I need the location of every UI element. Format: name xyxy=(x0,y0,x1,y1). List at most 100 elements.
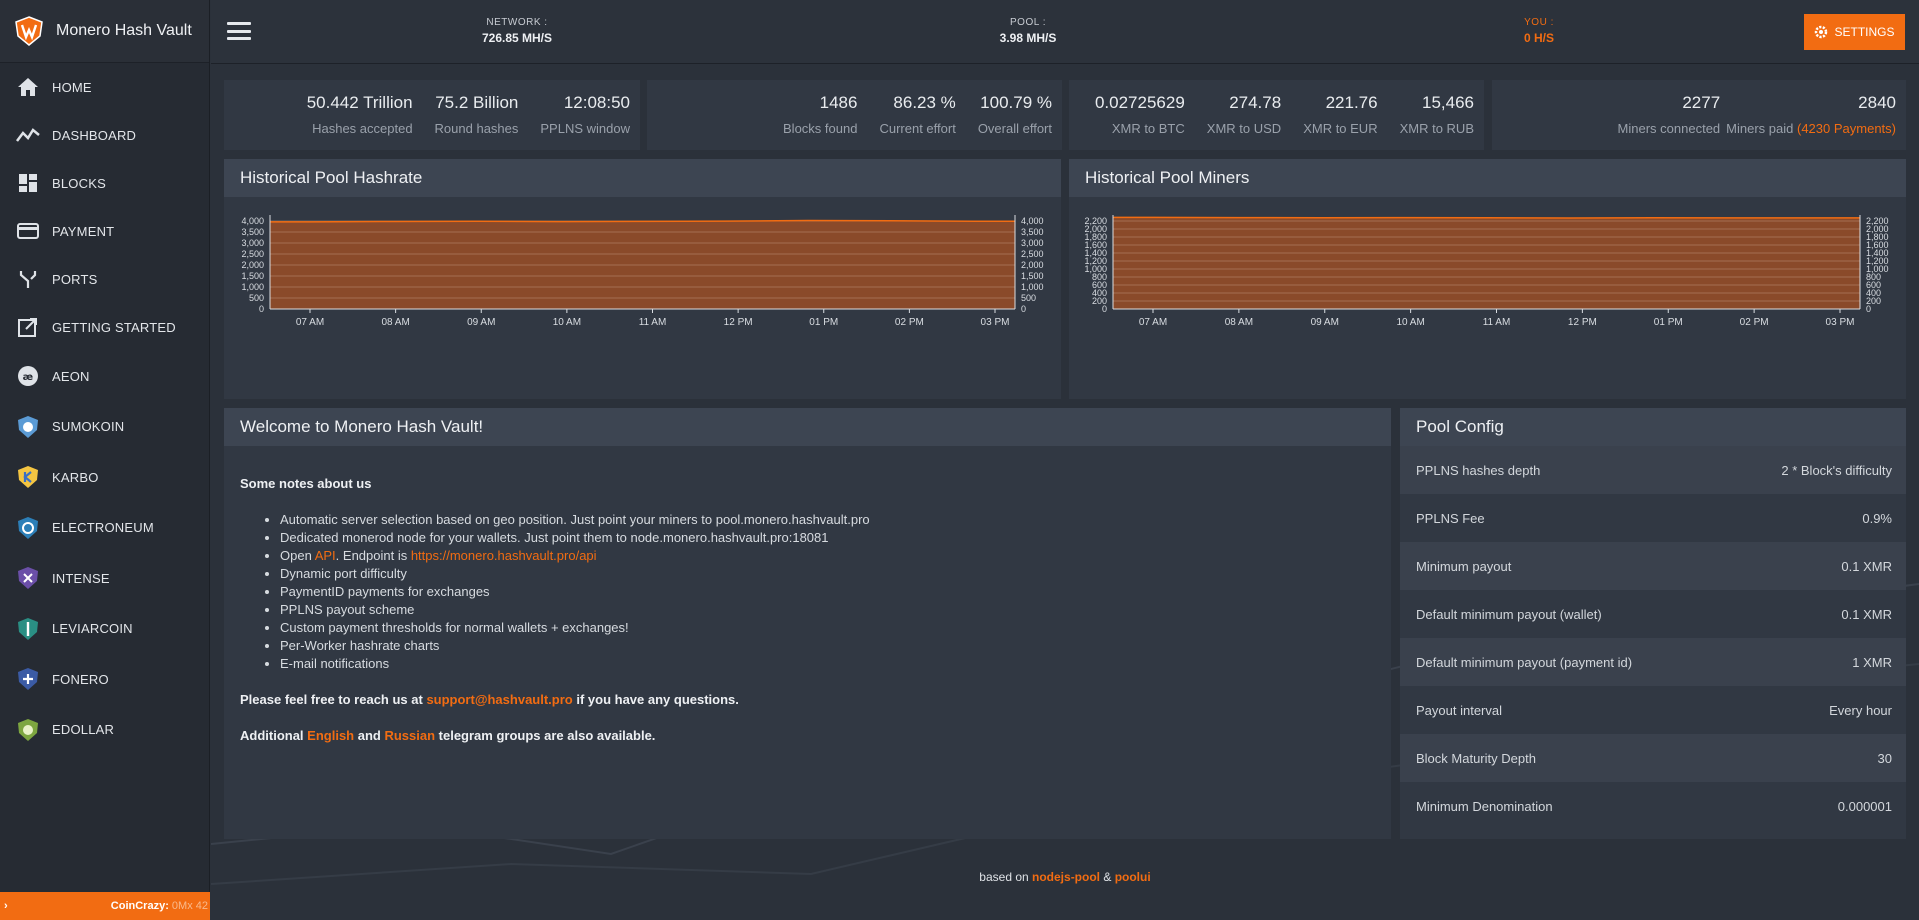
y-tick-label: 1,000 xyxy=(241,282,264,292)
sidebar-item-label: AEON xyxy=(52,368,90,384)
miners-paid-label: Miners paid xyxy=(1726,121,1794,136)
ticker-text: CoinCrazy: 0Mx 42 xyxy=(111,900,210,912)
stat-value: 86.23 % xyxy=(893,93,956,112)
stat-card-miners: 2277 Miners connected 2840 Miners paid (42… xyxy=(1492,80,1906,150)
ticker-arrow-icon: › xyxy=(4,900,8,912)
x-tick-label: 03 PM xyxy=(1826,317,1855,328)
pool-config-title: Pool Config xyxy=(1400,408,1906,446)
y-tick-label-right: 3,000 xyxy=(1021,238,1044,248)
table-row: Minimum payout 0.1 XMR xyxy=(1400,542,1906,590)
y-tick-label-right: 2,200 xyxy=(1866,216,1889,226)
stat-label: PPLNS window xyxy=(540,121,630,136)
stat-blocks-found: 1486 Blocks found xyxy=(783,80,857,136)
payments-count-link[interactable]: (4230 Payments) xyxy=(1797,121,1896,136)
stat-xmr-usd: 274.78 XMR to USD xyxy=(1207,80,1281,136)
y-tick-label: 500 xyxy=(249,293,264,303)
sidebar-item-aeon[interactable]: æ AEON xyxy=(0,351,209,402)
stat-label: Overall effort xyxy=(977,121,1052,136)
config-label: Default minimum payout (wallet) xyxy=(1416,606,1602,622)
hashrate-chart: 0 0500 5001,000 1,0001,500 1,5002,000 2,0002,… xyxy=(241,215,1044,328)
sumokoin-icon xyxy=(16,415,40,439)
intense-icon xyxy=(16,566,40,590)
x-tick-label: 11 AM xyxy=(1483,317,1511,328)
brand[interactable]: Monero Hash Vault xyxy=(0,0,209,63)
sidebar-item-label: HOME xyxy=(52,79,92,95)
api-mid-text: . Endpoint is xyxy=(335,548,411,563)
sidebar-item-label: KARBO xyxy=(52,469,99,485)
sidebar-item-home[interactable]: HOME xyxy=(0,63,209,111)
sidebar-item-label: INTENSE xyxy=(52,570,110,586)
x-tick-label: 12 PM xyxy=(1568,317,1597,328)
coin-ticker-bar[interactable]: › CoinCrazy: 0Mx 42 xyxy=(0,892,210,920)
poolui-link[interactable]: poolui xyxy=(1115,870,1151,884)
chart-area xyxy=(1113,217,1860,309)
stat-value: 0.02725629 xyxy=(1094,93,1185,112)
stat-value: 50.442 Trillion xyxy=(306,93,413,112)
y-tick-label-right: 1,500 xyxy=(1021,271,1044,281)
welcome-panel: Welcome to Monero Hash Vault! Some notes… xyxy=(224,408,1391,839)
y-tick-label: 0 xyxy=(259,304,264,314)
nodejs-pool-link[interactable]: nodejs-pool xyxy=(1032,870,1100,884)
x-tick-label: 07 AM xyxy=(296,317,324,328)
sidebar-item-payment[interactable]: PAYMENT xyxy=(0,207,209,255)
y-tick-label: 2,200 xyxy=(1084,216,1107,226)
settings-button[interactable]: SETTINGS xyxy=(1804,14,1905,50)
sidebar: Monero Hash Vault HOME DASHBOARD BLOCKS … xyxy=(0,0,210,920)
stat-value: 75.2 Billion xyxy=(435,93,519,112)
y-tick-label-right: 3,500 xyxy=(1021,227,1044,237)
sidebar-item-electroneum[interactable]: ELECTRONEUM xyxy=(0,503,209,554)
table-row: PPLNS Fee 0.9% xyxy=(1400,494,1906,542)
stat-label: Miners paid (4230 Payments) xyxy=(1726,121,1896,136)
sidebar-item-getting-started[interactable]: GETTING STARTED xyxy=(0,303,209,351)
sidebar-item-label: EDOLLAR xyxy=(52,722,115,738)
list-item: Dedicated monerod node for your wallets.… xyxy=(280,529,1375,547)
network-hashrate: NETWORK : 726.85 MH/S xyxy=(447,17,587,45)
table-row: Default minimum payout (wallet) 0.1 XMR xyxy=(1400,590,1906,638)
config-value: 2 * Block's difficulty xyxy=(1781,462,1892,478)
sidebar-item-blocks[interactable]: BLOCKS xyxy=(0,159,209,207)
x-tick-label: 10 AM xyxy=(1396,317,1424,328)
config-label: PPLNS Fee xyxy=(1416,510,1485,526)
chart-line-icon xyxy=(16,123,40,147)
sidebar-item-edollar[interactable]: EDOLLAR xyxy=(0,705,209,756)
config-value: Every hour xyxy=(1829,702,1892,718)
sidebar-item-karbo[interactable]: KARBO xyxy=(0,452,209,503)
pool-label: POOL : xyxy=(1010,17,1046,28)
api-endpoint-link[interactable]: https://monero.hashvault.pro/api xyxy=(411,548,597,563)
home-icon xyxy=(16,75,40,99)
pool-value: 3.98 MH/S xyxy=(999,31,1057,45)
leviarcoin-icon xyxy=(16,617,40,641)
stat-label: XMR to USD xyxy=(1206,121,1282,136)
stat-value: 2840 xyxy=(1858,93,1896,112)
support-email-link[interactable]: support@hashvault.pro xyxy=(426,692,572,707)
stat-label: Round hashes xyxy=(434,121,519,136)
config-value: 0.1 XMR xyxy=(1841,606,1892,622)
features-list: Automatic server selection based on geo … xyxy=(280,511,1375,673)
sidebar-item-ports[interactable]: PORTS xyxy=(0,255,209,303)
sidebar-item-label: GETTING STARTED xyxy=(52,319,176,335)
telegram-russian-link[interactable]: Russian xyxy=(384,728,435,743)
sidebar-item-sumokoin[interactable]: SUMOKOIN xyxy=(0,402,209,453)
sidebar-item-intense[interactable]: INTENSE xyxy=(0,553,209,604)
sidebar-item-fonero[interactable]: FONERO xyxy=(0,654,209,705)
series-line xyxy=(1113,216,1860,219)
x-tick-label: 10 AM xyxy=(553,317,581,328)
sidebar-item-leviarcoin[interactable]: LEVIARCOIN xyxy=(0,604,209,655)
stat-current-effort: 86.23 % Current effort xyxy=(879,80,955,136)
x-tick-label: 03 PM xyxy=(981,317,1010,328)
table-row: Minimum Denomination 0.000001 xyxy=(1400,782,1906,830)
list-item: Custom payment thresholds for normal wal… xyxy=(280,619,1375,637)
menu-toggle-icon[interactable] xyxy=(227,22,251,40)
network-value: 726.85 MH/S xyxy=(481,31,553,45)
api-link[interactable]: API xyxy=(315,548,336,563)
x-tick-label: 02 PM xyxy=(895,317,924,328)
sidebar-item-dashboard[interactable]: DASHBOARD xyxy=(0,111,209,159)
footer-amp: & xyxy=(1100,870,1115,884)
sidebar-item-label: PAYMENT xyxy=(52,223,115,239)
stat-card-prices: 0.02725629 XMR to BTC 274.78 XMR to USD 22… xyxy=(1069,80,1484,150)
contact-pre: Please feel free to reach us at xyxy=(240,692,427,707)
stat-xmr-btc: 0.02725629 XMR to BTC xyxy=(1095,80,1185,136)
telegram-english-link[interactable]: English xyxy=(307,728,354,743)
stat-value: 100.79 % xyxy=(980,93,1052,112)
x-tick-label: 01 PM xyxy=(1654,317,1683,328)
